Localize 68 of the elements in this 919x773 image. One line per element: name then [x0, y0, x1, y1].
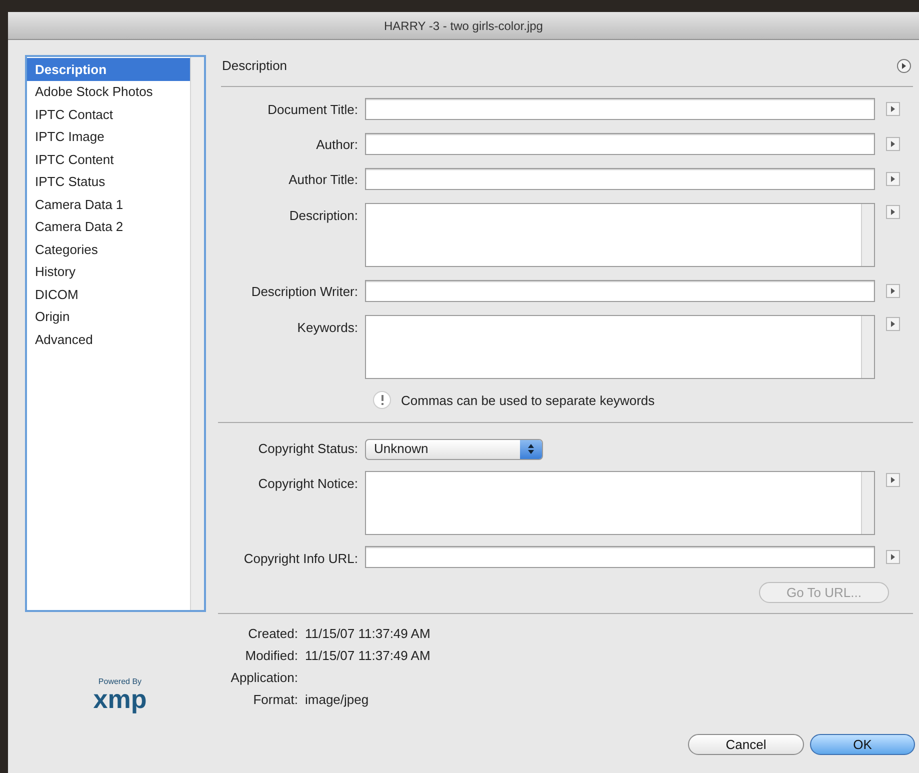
info-label: Application: — [230, 668, 298, 687]
text-area[interactable] — [365, 202, 875, 266]
text-field[interactable] — [365, 98, 875, 120]
field-label: Document Title: — [266, 101, 359, 120]
keywords-hint: Commas can be used to separate keywords — [401, 392, 655, 410]
text-field[interactable] — [365, 280, 875, 302]
field-label: Copyright Info URL: — [242, 550, 359, 568]
triangle-icon — [902, 62, 906, 69]
scrollbar-track — [861, 204, 874, 266]
info-label: Created: — [247, 624, 298, 643]
category-item[interactable]: IPTC Content — [27, 148, 190, 170]
triangle-icon — [891, 554, 895, 560]
info-icon — [373, 391, 391, 410]
scrollbar-track — [861, 316, 874, 378]
flyout-menu-button[interactable] — [886, 136, 900, 150]
field-label: Author: — [315, 136, 359, 154]
text-field[interactable] — [365, 132, 875, 154]
triangle-icon — [891, 320, 895, 326]
field-label: Keywords: — [296, 318, 359, 337]
flyout-menu-button[interactable] — [886, 284, 900, 298]
info-label: Modified: — [244, 646, 298, 665]
panel-menu-button[interactable] — [897, 58, 911, 73]
stepper-icon — [520, 440, 542, 458]
field-label: Copyright Notice: — [257, 475, 359, 493]
category-item[interactable]: Origin — [27, 306, 190, 328]
triangle-icon — [891, 140, 895, 146]
scrollbar-track — [861, 472, 874, 534]
category-item[interactable]: IPTC Contact — [27, 103, 190, 126]
category-item[interactable]: Categories — [27, 238, 190, 260]
category-item[interactable]: IPTC Image — [27, 126, 190, 148]
panel-title: Description — [222, 57, 288, 75]
field-label: Description: — [288, 206, 359, 225]
flyout-menu-button[interactable] — [886, 316, 900, 330]
triangle-icon — [891, 208, 895, 214]
category-item[interactable]: History — [27, 260, 190, 283]
triangle-icon — [891, 288, 895, 294]
triangle-icon — [891, 477, 895, 483]
flyout-menu-button[interactable] — [886, 550, 900, 564]
field-label: Author Title: — [288, 171, 359, 190]
flyout-menu-button[interactable] — [886, 102, 900, 116]
info-value: 11/15/07 11:37:49 AM — [305, 646, 430, 665]
category-item[interactable]: Advanced — [27, 328, 190, 350]
category-item[interactable]: Camera Data 2 — [27, 216, 190, 238]
info-value: image/jpeg — [305, 690, 369, 709]
triangle-icon — [891, 106, 895, 112]
info-value: 11/15/07 11:37:49 AM — [305, 624, 430, 643]
category-item[interactable]: Camera Data 1 — [27, 193, 190, 216]
info-label: Format: — [252, 690, 298, 709]
flyout-menu-button[interactable] — [886, 204, 900, 218]
category-item[interactable]: DICOM — [27, 283, 190, 306]
field-label: Copyright Status: — [257, 440, 359, 458]
category-item[interactable]: Description — [27, 58, 190, 80]
logo-caption: Powered By — [98, 678, 142, 686]
category-item[interactable]: IPTC Status — [27, 170, 190, 193]
field-label: Description Writer: — [250, 283, 359, 302]
logo-wordmark: xmp — [93, 686, 147, 712]
dialog-button[interactable]: Cancel — [688, 734, 804, 755]
text-area[interactable] — [365, 471, 875, 535]
text-field[interactable] — [365, 168, 875, 190]
triangle-icon — [891, 176, 895, 182]
flyout-menu-button[interactable] — [886, 172, 900, 186]
dialog-button[interactable]: OK — [810, 734, 915, 755]
category-item[interactable]: Adobe Stock Photos — [27, 80, 190, 103]
flyout-menu-button[interactable] — [886, 473, 900, 487]
text-field[interactable] — [365, 546, 875, 568]
window-title: HARRY -3 - two girls-color.jpg — [384, 18, 543, 34]
text-area[interactable] — [365, 314, 875, 378]
copyright-status-select[interactable]: Unknown — [365, 438, 543, 460]
